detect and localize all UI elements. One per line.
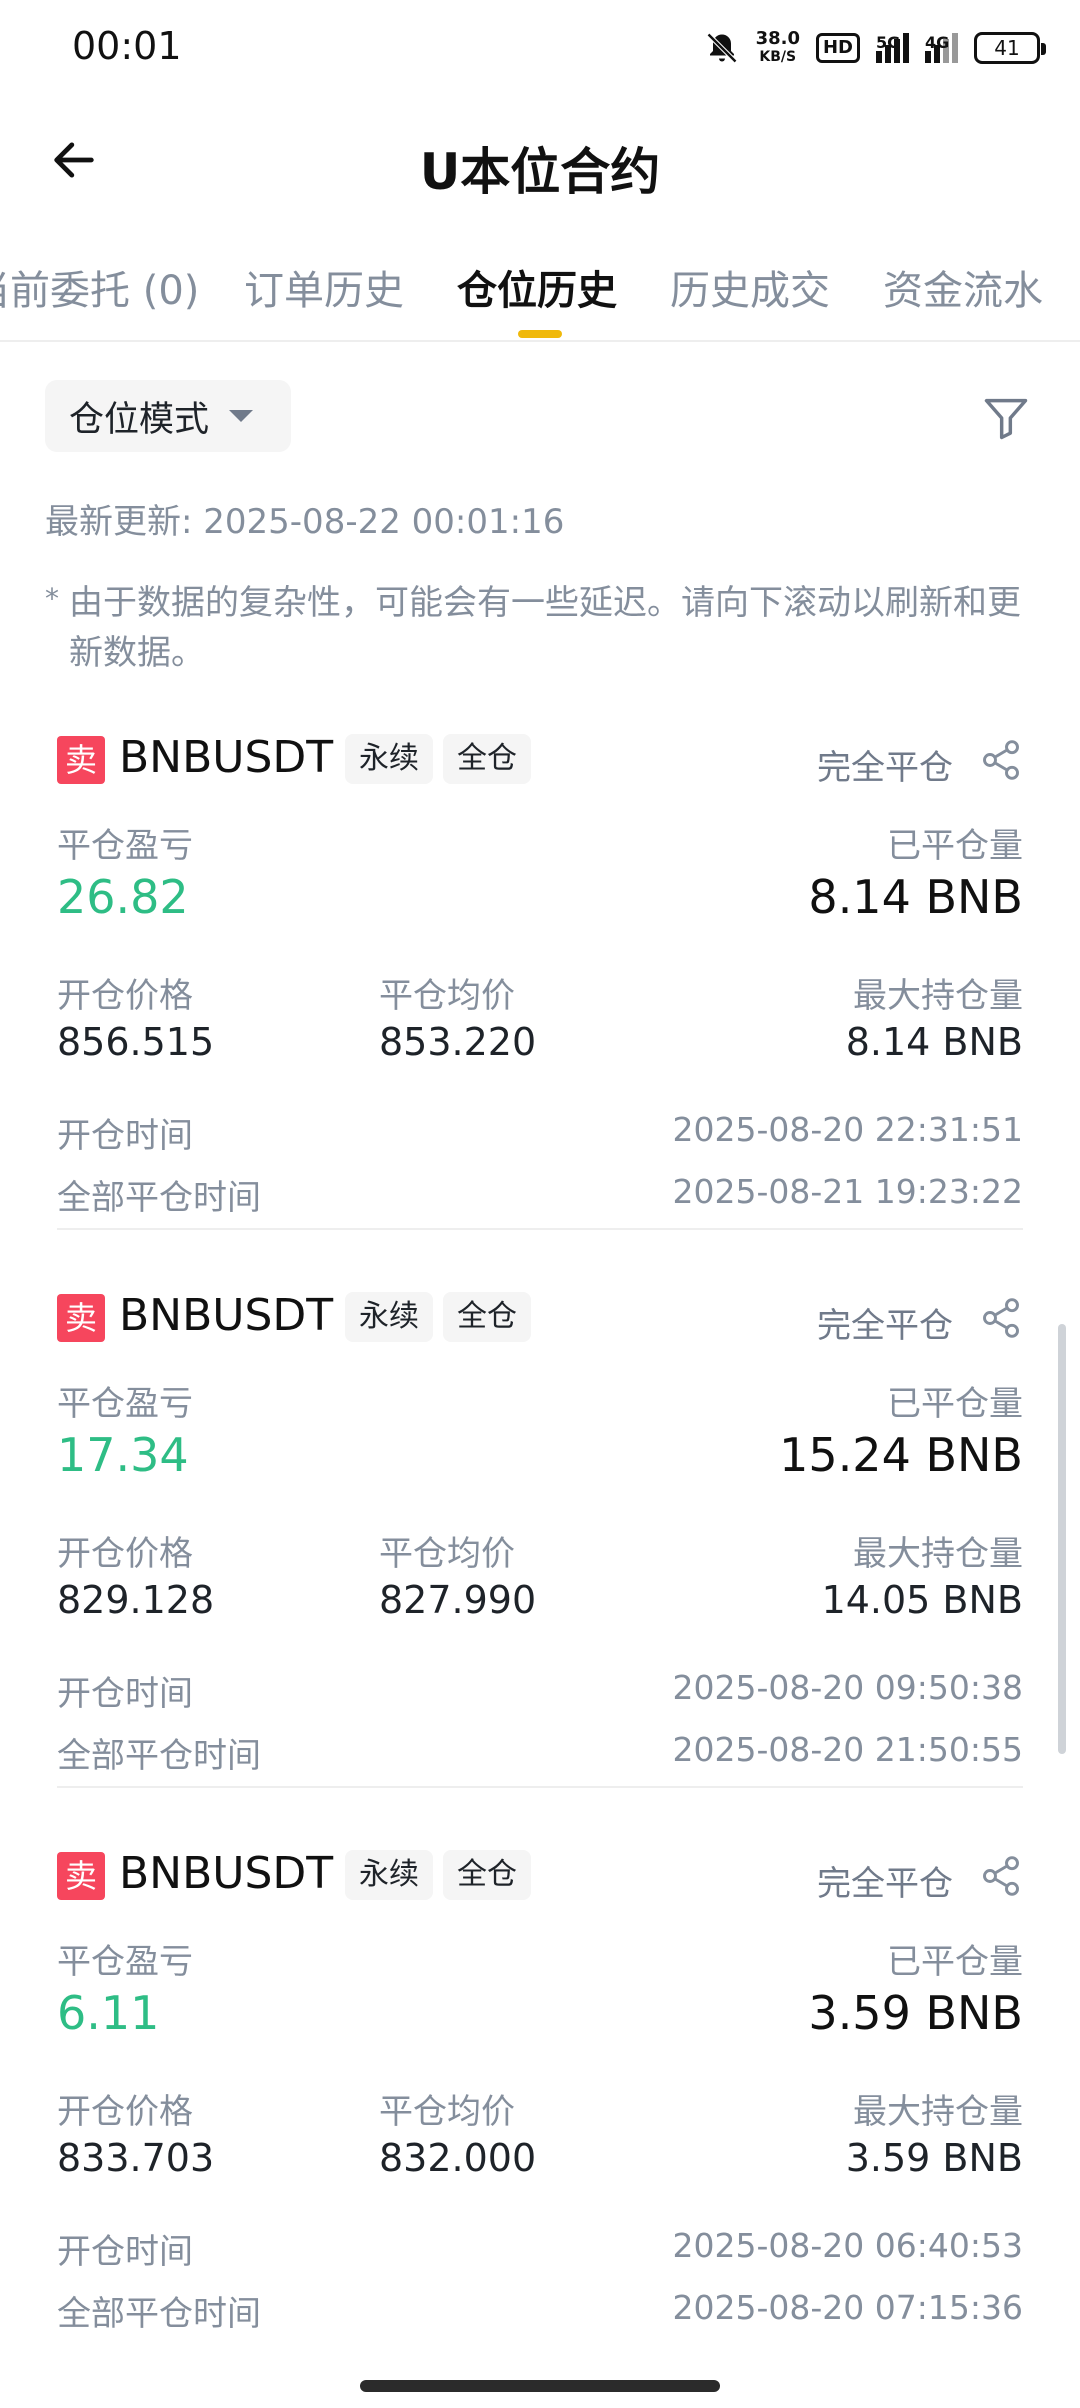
pnl-value: 6.11 (57, 1986, 160, 2040)
avg-close-price-label: 平仓均价 (379, 976, 515, 1016)
open-time-label: 开仓时间 (57, 1116, 193, 1156)
open-price-value: 856.515 (57, 1020, 215, 1064)
network-speed: 38.0 KB/S (755, 28, 800, 66)
max-position-label: 最大持仓量 (853, 976, 1023, 1016)
close-time-value: 2025-08-20 21:50:55 (672, 1730, 1023, 1769)
avg-close-price-label: 平仓均价 (379, 1534, 515, 1574)
status-bar: 00:01 38.0 KB/S HD 5G 4G 41 (0, 0, 1080, 96)
home-indicator[interactable] (360, 2380, 720, 2392)
refresh-note: * 由于数据的复杂性，可能会有一些延迟。请向下滚动以刷新和更新数据。 (45, 582, 1021, 673)
closed-qty-value: 3.59 BNB (808, 1986, 1023, 2040)
open-time-value: 2025-08-20 22:31:51 (672, 1110, 1023, 1149)
open-price-value: 833.703 (57, 2136, 215, 2180)
share-button[interactable] (979, 738, 1023, 782)
open-time-label: 开仓时间 (57, 2232, 193, 2272)
avg-close-price-value: 832.000 (379, 2136, 537, 2180)
close-time-value: 2025-08-21 19:23:22 (672, 1172, 1023, 1211)
tab-transaction-history[interactable]: 资金流水 (883, 258, 1043, 316)
caret-down-icon (229, 410, 254, 422)
page-title: U本位合约 (419, 143, 661, 201)
close-time-label: 全部平仓时间 (57, 1736, 261, 1776)
close-time-value: 2025-08-20 07:15:36 (672, 2288, 1023, 2327)
tab-bar: 当前委托 (0) 订单历史 仓位历史 历史成交 资金流水 (0, 250, 1080, 342)
tab-open-orders[interactable]: 当前委托 (0) (0, 258, 199, 316)
symbol: BNBUSDT (119, 732, 334, 783)
position-card[interactable]: 卖 BNBUSDT 永续 全仓 完全平仓 平仓盈亏 已平仓量 17.34 15.… (57, 1288, 1023, 1788)
pnl-label: 平仓盈亏 (57, 826, 193, 866)
open-time-label: 开仓时间 (57, 1674, 193, 1714)
share-icon (983, 1298, 1019, 1338)
closed-qty-label: 已平仓量 (887, 826, 1023, 866)
status-icons: 38.0 KB/S HD 5G 4G 41 (704, 26, 1046, 70)
pnl-value: 26.82 (57, 870, 189, 924)
open-price-value: 829.128 (57, 1578, 215, 1622)
max-position-label: 最大持仓量 (853, 2092, 1023, 2132)
open-time-value: 2025-08-20 09:50:38 (672, 1668, 1023, 1707)
scrollbar[interactable] (1058, 1324, 1066, 1754)
page-header: U本位合约 (0, 110, 1080, 210)
pnl-label: 平仓盈亏 (57, 1942, 193, 1982)
position-card[interactable]: 卖 BNBUSDT 永续 全仓 完全平仓 平仓盈亏 已平仓量 26.82 8.1… (57, 730, 1023, 1230)
open-price-label: 开仓价格 (57, 2092, 193, 2132)
mute-bell-icon (706, 32, 737, 64)
hd-voice-icon: HD (815, 33, 860, 63)
status-text: 完全平仓 (817, 1306, 953, 1346)
contract-type-tag: 永续 (345, 1292, 433, 1342)
symbol: BNBUSDT (119, 1290, 334, 1341)
last-updated: 最新更新: 2025-08-22 00:01:16 (45, 502, 565, 542)
status-time: 00:01 (72, 24, 182, 68)
tab-trade-history[interactable]: 历史成交 (670, 258, 830, 316)
side-badge: 卖 (57, 1294, 105, 1342)
signal-4g-icon: 4G (925, 33, 958, 63)
margin-mode-tag: 全仓 (443, 1292, 531, 1342)
pnl-value: 17.34 (57, 1428, 189, 1482)
open-time-value: 2025-08-20 06:40:53 (672, 2226, 1023, 2265)
active-tab-indicator (518, 330, 562, 338)
open-price-label: 开仓价格 (57, 976, 193, 1016)
position-card[interactable]: 卖 BNBUSDT 永续 全仓 完全平仓 平仓盈亏 已平仓量 6.11 3.59… (57, 1846, 1023, 2346)
margin-mode-tag: 全仓 (443, 734, 531, 784)
share-button[interactable] (979, 1854, 1023, 1898)
side-badge: 卖 (57, 1852, 105, 1900)
contract-type-tag: 永续 (345, 734, 433, 784)
share-icon (983, 740, 1019, 780)
tab-position-history[interactable]: 仓位历史 (457, 258, 617, 316)
closed-qty-value: 15.24 BNB (779, 1428, 1023, 1482)
closed-qty-value: 8.14 BNB (808, 870, 1023, 924)
filter-button[interactable] (980, 392, 1032, 444)
symbol: BNBUSDT (119, 1848, 334, 1899)
close-time-label: 全部平仓时间 (57, 1178, 261, 1218)
avg-close-price-value: 853.220 (379, 1020, 537, 1064)
margin-mode-tag: 全仓 (443, 1850, 531, 1900)
contract-type-tag: 永续 (345, 1850, 433, 1900)
status-text: 完全平仓 (817, 748, 953, 788)
close-time-label: 全部平仓时间 (57, 2294, 261, 2334)
avg-close-price-value: 827.990 (379, 1578, 537, 1622)
share-button[interactable] (979, 1296, 1023, 1340)
filter-icon (984, 398, 1028, 440)
signal-5g-icon: 5G (876, 33, 909, 63)
open-price-label: 开仓价格 (57, 1534, 193, 1574)
pnl-label: 平仓盈亏 (57, 1384, 193, 1424)
battery-icon: 41 (974, 32, 1046, 64)
closed-qty-label: 已平仓量 (887, 1384, 1023, 1424)
share-icon (983, 1856, 1019, 1896)
status-text: 完全平仓 (817, 1864, 953, 1904)
max-position-value: 8.14 BNB (845, 1020, 1023, 1064)
position-mode-dropdown[interactable]: 仓位模式 (45, 380, 291, 452)
max-position-label: 最大持仓量 (853, 1534, 1023, 1574)
avg-close-price-label: 平仓均价 (379, 2092, 515, 2132)
side-badge: 卖 (57, 736, 105, 784)
closed-qty-label: 已平仓量 (887, 1942, 1023, 1982)
max-position-value: 14.05 BNB (821, 1578, 1023, 1622)
max-position-value: 3.59 BNB (845, 2136, 1023, 2180)
tab-order-history[interactable]: 订单历史 (244, 258, 404, 316)
